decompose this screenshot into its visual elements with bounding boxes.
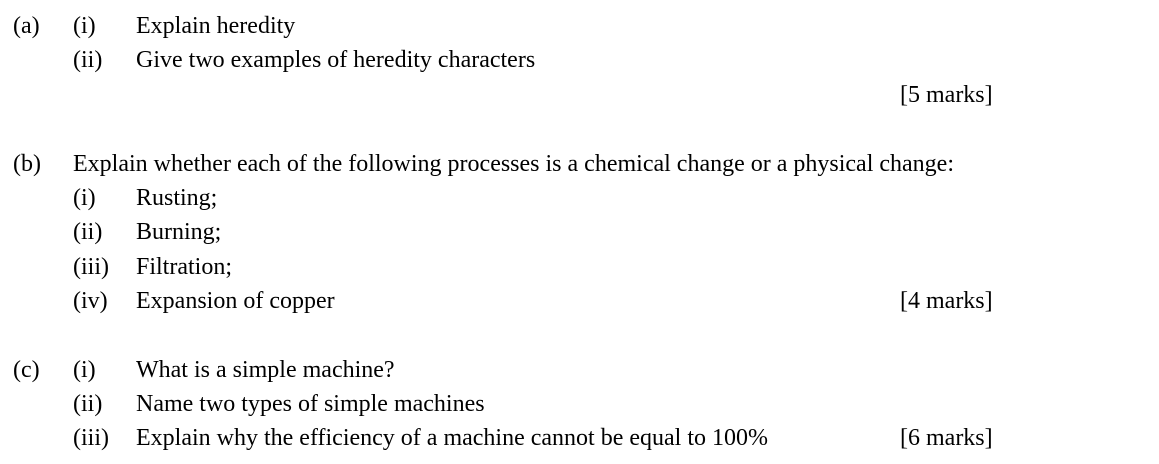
item-text-b-i: Rusting; [136, 185, 218, 211]
item-text-c-iii: Explain why the efficiency of a machine … [136, 425, 768, 451]
question-stem-b: Explain whether each of the following pr… [73, 151, 954, 177]
item-number-b-i: (i) [73, 185, 96, 211]
part-label-c: (c) [13, 357, 40, 383]
item-number-c-i: (i) [73, 357, 96, 383]
item-text-b-iii: Filtration; [136, 254, 232, 280]
item-text-c-ii: Name two types of simple machines [136, 391, 485, 417]
item-text-c-i: What is a simple machine? [136, 357, 395, 383]
item-number-c-ii: (ii) [73, 391, 103, 417]
marks-label-b: [4 marks] [900, 288, 993, 314]
marks-label-a: [5 marks] [900, 82, 993, 108]
item-number-b-ii: (ii) [73, 219, 103, 245]
item-text-b-iv: Expansion of copper [136, 288, 335, 314]
item-text-a-ii: Give two examples of heredity characters [136, 47, 536, 73]
item-number-b-iii: (iii) [73, 254, 109, 280]
part-label-a: (a) [13, 13, 40, 39]
item-number-a-ii: (ii) [73, 47, 103, 73]
item-number-a-i: (i) [73, 13, 96, 39]
part-label-b: (b) [13, 151, 41, 177]
item-number-b-iv: (iv) [73, 288, 108, 314]
item-text-b-ii: Burning; [136, 219, 222, 245]
marks-label-c: [6 marks] [900, 425, 993, 451]
item-number-c-iii: (iii) [73, 425, 109, 451]
item-text-a-i: Explain heredity [136, 13, 296, 39]
